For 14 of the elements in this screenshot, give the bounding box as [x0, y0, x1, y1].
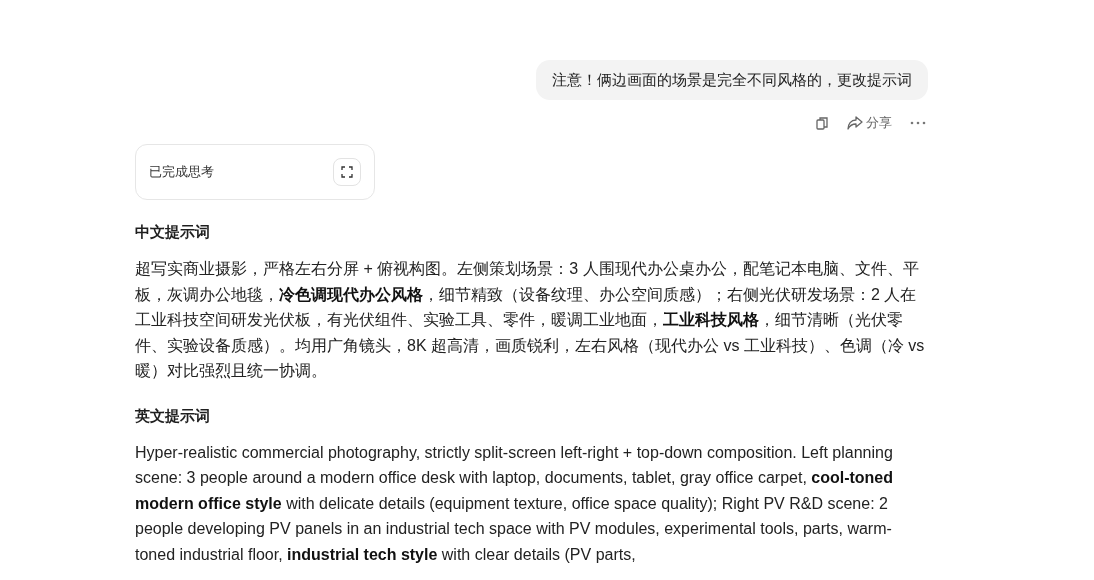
share-button[interactable]: 分享 [845, 112, 894, 134]
section-heading: 中文提示词 [135, 222, 211, 242]
prompt-paragraph: Hyper-realistic commercial photography, strictly split-screen left-right + top-down composition. Left planning scene: 3 people around a modern office desk with laptop, documents, tablet, gray office carpet, cool-toned modern office style with delicate details (equipment texture, office space quality); Right PV R&D scene: 2 people developing PV panels in an industrial tech space with PV modules, experimental tools, parts, warm-toned industrial floor, industrial tech style with clear details (PV parts, [135, 442, 895, 565]
more-icon [910, 121, 926, 125]
share-icon [847, 116, 863, 130]
prompt-paragraph: 超写实商业摄影，严格左右分屏 + 俯视构图。左侧策划场景：3 人围现代办公桌办公，配笔记本电脑、文件、平板，灰调办公地毯，冷色调现代办公风格，细节精致（设备纹理、办公空间质感）；右侧光伏研发场景：2 人在工业科技空间研发光伏板，有光伏组件、实验工具、零件，暖调工业地面，工业科技风格，细节清晰（光伏零件、实验设备质感）。均用广角镜头，8K 超高清，画质锐利，左右风格（现代办公 vs 工业科技）、色调（冷 vs 暖）对比强烈且统一协调。 [135, 259, 926, 381]
copy-button[interactable] [813, 114, 831, 132]
expand-button[interactable] [333, 158, 361, 186]
user-message: 注意！俩边画面的场景是完全不同风格的，更改提示词 [536, 60, 928, 100]
expand-icon [341, 166, 353, 178]
section-heading: 英文提示词 [135, 405, 211, 426]
thinking-label: 已完成思考 [149, 163, 214, 181]
copy-icon [815, 116, 829, 130]
more-button[interactable] [908, 119, 928, 127]
